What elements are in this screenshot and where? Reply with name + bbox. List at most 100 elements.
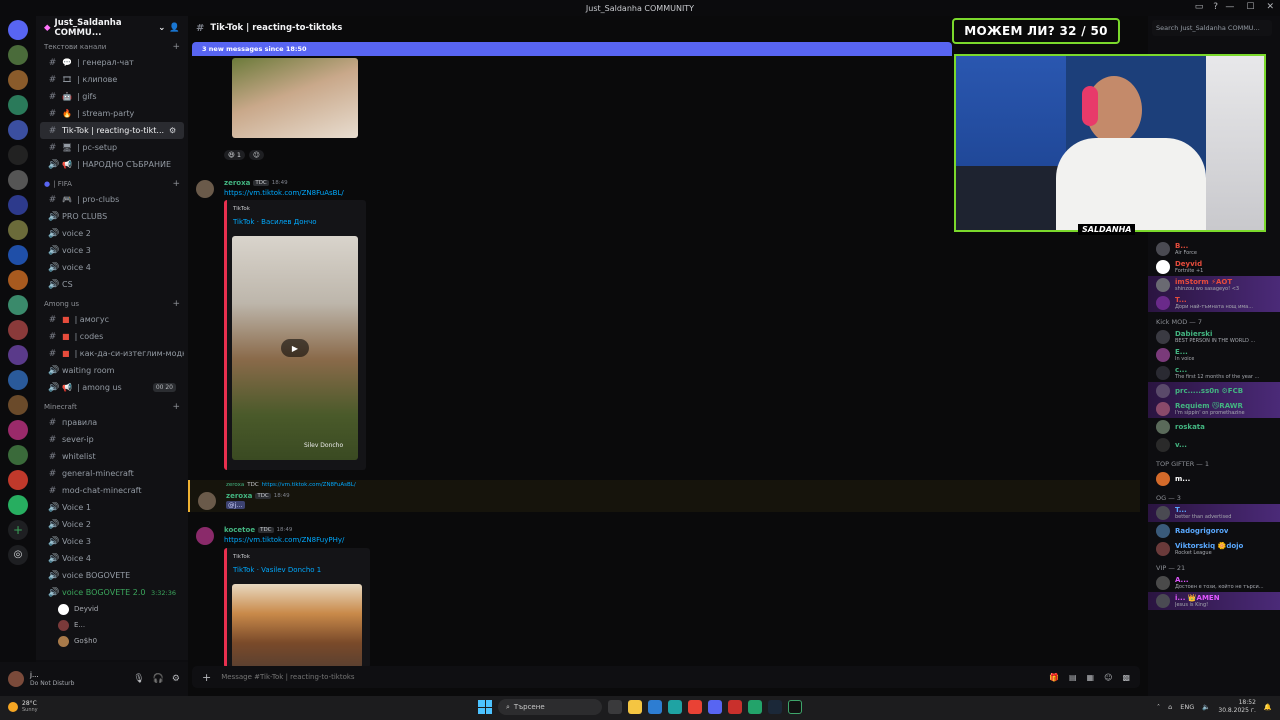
channel-voice-bogovete[interactable]: 🔊 voice BOGOVETE bbox=[40, 567, 184, 584]
server-header[interactable]: ◆ Just_Saldanha COMMU... ⌄ 👤 bbox=[36, 16, 188, 40]
member-item[interactable]: Deyvid Fortnite +1 bbox=[1148, 258, 1280, 276]
headphones-icon[interactable]: 🎧 bbox=[153, 674, 164, 684]
member-item[interactable]: Viktorskiq 🌼dojo Rocket League bbox=[1148, 540, 1280, 558]
add-channel-icon[interactable]: + bbox=[172, 402, 180, 412]
member-item[interactable]: B... Air Force bbox=[1148, 240, 1280, 258]
member-item[interactable]: Radogrigorov bbox=[1148, 522, 1280, 540]
add-channel-icon[interactable]: + bbox=[172, 299, 180, 309]
app-icon[interactable] bbox=[748, 700, 762, 714]
inbox-icon[interactable]: ▭ bbox=[1195, 2, 1204, 12]
help-icon[interactable]: ? bbox=[1213, 2, 1218, 12]
voice-user[interactable]: Go$h0 bbox=[36, 633, 188, 649]
add-reaction-icon[interactable]: ☺ bbox=[248, 150, 264, 160]
channel-voice-4-mc[interactable]: 🔊 Voice 4 bbox=[40, 550, 184, 567]
edge-icon[interactable] bbox=[668, 700, 682, 714]
message-author[interactable]: zeroxa TDC 18:49 bbox=[226, 492, 290, 500]
server-icon[interactable] bbox=[8, 220, 28, 240]
message-author[interactable]: kocetoe TDC 18:49 bbox=[224, 526, 292, 534]
message-link[interactable]: https://vm.tiktok.com/ZN8FuAsBL/ bbox=[224, 189, 344, 197]
channel-voice-2[interactable]: 🔊 voice 2 bbox=[40, 225, 184, 242]
reply-reference[interactable]: zeroxa TDC https://vm.tiktok.com/ZN8FuAs… bbox=[226, 482, 356, 488]
channel-whitelist[interactable]: # whitelist bbox=[40, 448, 184, 465]
member-item[interactable]: T... better than advertised bbox=[1148, 504, 1280, 522]
server-icon[interactable] bbox=[8, 395, 28, 415]
channel-voice-bogovete-2[interactable]: 🔊 voice BOGOVETE 2.0 3:32:36 bbox=[40, 584, 184, 601]
server-icon[interactable] bbox=[8, 370, 28, 390]
discord-icon[interactable] bbox=[708, 700, 722, 714]
channel-general-chat[interactable]: # 💬 | генерал-чат bbox=[40, 54, 184, 71]
message-link[interactable]: https://vm.tiktok.com/ZN8FuyPHy/ bbox=[224, 536, 344, 544]
channel-voice-2-mc[interactable]: 🔊 Voice 2 bbox=[40, 516, 184, 533]
apps-icon[interactable]: ▩ bbox=[1122, 673, 1130, 682]
gif-icon[interactable]: ▤ bbox=[1069, 673, 1077, 682]
maximize-icon[interactable]: ☐ bbox=[1246, 2, 1254, 12]
windows-start-icon[interactable] bbox=[478, 700, 492, 714]
category-among-us[interactable]: Among us + bbox=[36, 297, 188, 311]
server-icon[interactable] bbox=[8, 45, 28, 65]
server-icon[interactable] bbox=[8, 345, 28, 365]
emoji-icon[interactable]: ☺ bbox=[1104, 673, 1112, 682]
member-item[interactable]: imStorm ⚡AOT shinzou wo sasageyo! <3 bbox=[1148, 276, 1280, 294]
avatar[interactable] bbox=[8, 671, 24, 687]
steam-icon[interactable] bbox=[768, 700, 782, 714]
app-icon[interactable] bbox=[788, 700, 802, 714]
avatar[interactable] bbox=[196, 527, 214, 545]
channel-gifs[interactable]: # 🤖 | gifs bbox=[40, 88, 184, 105]
add-member-icon[interactable]: 👤 bbox=[169, 23, 180, 33]
sticker-icon[interactable]: ▦ bbox=[1087, 673, 1095, 682]
channel-rules[interactable]: # правила bbox=[40, 414, 184, 431]
server-icon[interactable] bbox=[8, 195, 28, 215]
add-channel-icon[interactable]: + bbox=[172, 179, 180, 189]
gift-icon[interactable]: 🎁 bbox=[1049, 673, 1059, 682]
chevron-up-icon[interactable]: ˄ bbox=[1157, 703, 1160, 711]
clock[interactable]: 18:52 30.8.2025 г. bbox=[1218, 699, 1256, 715]
notification-icon[interactable]: 🔔 bbox=[1264, 703, 1272, 711]
channel-waiting-room[interactable]: 🔊 waiting room bbox=[40, 362, 184, 379]
weather-widget[interactable]: 28°C Sunny bbox=[8, 700, 38, 713]
channel-narodno[interactable]: 🔊 📢 | НАРОДНО СЪБРАНИЕ bbox=[40, 156, 184, 173]
language-indicator[interactable]: ENG bbox=[1180, 703, 1194, 711]
taskbar-search[interactable]: ⌕ Търсене bbox=[498, 699, 602, 715]
embed-title[interactable]: TikTok · Василев Дончо bbox=[233, 218, 317, 226]
chrome-icon[interactable] bbox=[688, 700, 702, 714]
server-icon[interactable] bbox=[8, 470, 28, 490]
settings-icon[interactable]: ⚙ bbox=[169, 126, 176, 135]
server-icon[interactable] bbox=[8, 95, 28, 115]
server-icon[interactable] bbox=[8, 445, 28, 465]
channel-mod-chat-minecraft[interactable]: # mod-chat-minecraft bbox=[40, 482, 184, 499]
network-icon[interactable]: ⌂ bbox=[1168, 703, 1172, 711]
home-icon[interactable] bbox=[8, 20, 28, 40]
task-view-icon[interactable] bbox=[608, 700, 622, 714]
discover-icon[interactable]: ◎ bbox=[8, 545, 28, 565]
channel-general-minecraft[interactable]: # general-minecraft bbox=[40, 465, 184, 482]
channel-pro-clubs-text[interactable]: # 🎮 | pro-clubs bbox=[40, 191, 184, 208]
server-icon[interactable] bbox=[8, 145, 28, 165]
close-icon[interactable]: ✕ bbox=[1266, 2, 1274, 12]
channel-server-ip[interactable]: # sever-ip bbox=[40, 431, 184, 448]
channel-pro-clubs-voice[interactable]: 🔊 PRO CLUBS bbox=[40, 208, 184, 225]
add-server-icon[interactable]: + bbox=[8, 520, 28, 540]
add-channel-icon[interactable]: + bbox=[172, 42, 180, 52]
server-icon[interactable] bbox=[8, 295, 28, 315]
member-item[interactable]: Dabierski BEST PERSON IN THE WORLD ... bbox=[1148, 328, 1280, 346]
gear-icon[interactable]: ⚙ bbox=[172, 674, 180, 684]
message-author[interactable]: zeroxa TDC 18:49 bbox=[224, 179, 288, 187]
microphone-icon[interactable]: 🎙 bbox=[133, 674, 144, 684]
channel-clips[interactable]: # 🎞 | клипове bbox=[40, 71, 184, 88]
minimize-icon[interactable]: — bbox=[1225, 2, 1234, 12]
server-icon[interactable] bbox=[8, 270, 28, 290]
member-item[interactable]: roskata bbox=[1148, 418, 1280, 436]
embed-title[interactable]: TikTok · Vasilev Doncho 1 bbox=[233, 566, 321, 574]
voice-user[interactable]: E... bbox=[36, 617, 188, 633]
member-item[interactable]: A... Достоен е този, който не търси... bbox=[1148, 574, 1280, 592]
channel-cs[interactable]: 🔊 CS bbox=[40, 276, 184, 293]
volume-icon[interactable]: 🔈 bbox=[1202, 703, 1210, 711]
channel-voice-1[interactable]: 🔊 Voice 1 bbox=[40, 499, 184, 516]
category-minecraft[interactable]: Minecraft + bbox=[36, 400, 188, 414]
video-thumbnail[interactable]: ▶ Silev Doncho bbox=[232, 236, 358, 460]
server-icon[interactable] bbox=[8, 245, 28, 265]
member-item[interactable]: Requiem 😼RAWR I'm sippin' on promethazine bbox=[1148, 400, 1280, 418]
channel-pc-setup[interactable]: # 🖥 | pc-setup bbox=[40, 139, 184, 156]
channel-codes[interactable]: # ■ | codes bbox=[40, 328, 184, 345]
channel-voice-3-mc[interactable]: 🔊 Voice 3 bbox=[40, 533, 184, 550]
